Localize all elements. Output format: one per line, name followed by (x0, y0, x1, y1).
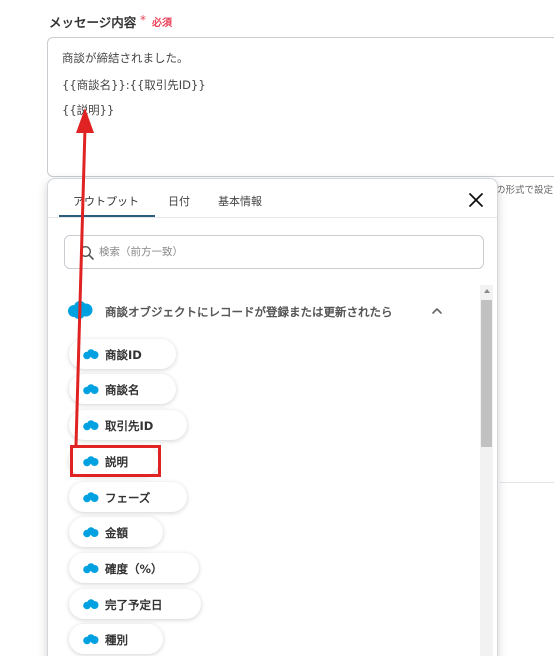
salesforce-cloud-icon (83, 349, 99, 360)
close-icon (469, 193, 483, 207)
variable-pill-amount[interactable]: 金額 (69, 517, 163, 547)
format-hint: の形式で設定 (496, 185, 554, 196)
search-input[interactable] (99, 242, 469, 262)
right-divider (500, 482, 554, 483)
salesforce-cloud-icon (83, 527, 99, 538)
variable-pill-opportunity-id[interactable]: 商談ID (69, 339, 176, 369)
message-line-2: {{商談名}}:{{取引先ID}} (62, 78, 206, 92)
salesforce-cloud-icon (83, 384, 99, 395)
variable-pill-account-id[interactable]: 取引先ID (69, 410, 187, 440)
variable-pill-type[interactable]: 種別 (69, 624, 163, 654)
tab-date[interactable]: 日付 (168, 193, 190, 209)
message-line-1: 商談が締結されました。 (62, 51, 189, 65)
message-textarea[interactable]: 商談が締結されました。 {{商談名}}:{{取引先ID}} {{説明}} (47, 37, 554, 177)
chevron-up-icon[interactable] (430, 304, 444, 318)
search-box[interactable] (64, 235, 484, 269)
field-label: メッセージ内容 (49, 15, 137, 30)
variable-pill-probability[interactable]: 確度（%） (69, 553, 199, 583)
tab-basic-info[interactable]: 基本情報 (218, 193, 262, 209)
close-button[interactable] (467, 191, 485, 209)
variable-popover: アウトプット 日付 基本情報 商談オブジェクトにレコードが登録または更新されたら (47, 178, 498, 656)
section-title: 商談オブジェクトにレコードが登録または更新されたら (105, 305, 393, 319)
variable-pill-opportunity-name[interactable]: 商談名 (69, 374, 176, 404)
pill-label: 確度（%） (105, 562, 163, 576)
search-icon (79, 245, 94, 260)
salesforce-cloud-icon (83, 420, 99, 431)
section-header[interactable]: 商談オブジェクトにレコードが登録または更新されたら (65, 297, 465, 325)
scrollbar-thumb[interactable] (481, 300, 492, 447)
tab-output[interactable]: アウトプット (73, 193, 139, 209)
salesforce-cloud-icon (68, 301, 93, 319)
pill-label: 完了予定日 (105, 598, 163, 612)
salesforce-cloud-icon (83, 563, 99, 574)
pill-label: 金額 (105, 526, 128, 540)
pill-label: 商談ID (105, 348, 142, 362)
scrollbar-up-arrow[interactable] (484, 289, 490, 293)
message-line-3: {{説明}} (62, 103, 115, 117)
pill-label: フェーズ (105, 491, 151, 505)
required-text: 必須 (152, 18, 172, 29)
annotation-highlight-box (70, 445, 161, 477)
variable-pill-close-date[interactable]: 完了予定日 (69, 589, 201, 619)
variable-pill-phase[interactable]: フェーズ (69, 482, 187, 512)
required-mark: * (140, 13, 146, 27)
pill-label: 商談名 (105, 383, 140, 397)
salesforce-cloud-icon (83, 634, 99, 645)
salesforce-cloud-icon (83, 599, 99, 610)
popover-tabs: アウトプット 日付 基本情報 (48, 179, 497, 219)
salesforce-cloud-icon (83, 492, 99, 503)
pill-label: 取引先ID (105, 419, 154, 433)
tab-divider (48, 217, 497, 218)
pill-label: 種別 (105, 633, 128, 647)
